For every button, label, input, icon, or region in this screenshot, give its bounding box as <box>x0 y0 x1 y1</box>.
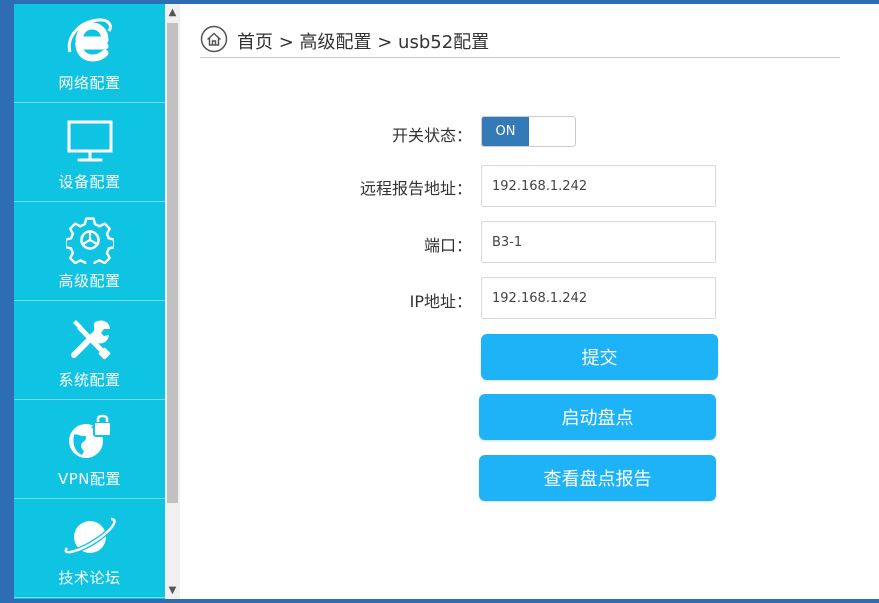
power-toggle[interactable]: ON <box>481 116 576 147</box>
planet-icon <box>60 511 120 563</box>
sidebar-item-label: VPN配置 <box>57 470 122 488</box>
gear-icon <box>60 214 120 266</box>
sidebar-item-vpn[interactable]: VPN配置 <box>14 400 165 499</box>
sidebar-item-device[interactable]: 设备配置 <box>14 103 165 202</box>
toggle-on-label: ON <box>482 117 529 146</box>
scroll-down-icon[interactable]: ▼ <box>165 582 180 599</box>
ip-address-label: IP地址： <box>409 292 472 311</box>
breadcrumb: 首页 > 高级配置 > usb52配置 <box>200 24 840 58</box>
sidebar: 网络配置 设备配置 高级配置 系统配置 VPN配置 技术论坛 <box>14 4 165 599</box>
sidebar-scrollbar[interactable]: ▲ ▼ <box>165 4 180 599</box>
scroll-thumb[interactable] <box>167 23 178 503</box>
report-address-label: 远程报告地址： <box>359 179 472 198</box>
sidebar-item-label: 技术论坛 <box>58 569 121 587</box>
port-field[interactable] <box>481 221 716 263</box>
sidebar-item-label: 系统配置 <box>58 371 121 389</box>
ip-address-field[interactable] <box>481 277 716 319</box>
sidebar-item-advanced[interactable]: 高级配置 <box>14 202 165 301</box>
scroll-up-icon[interactable]: ▲ <box>165 4 180 21</box>
browser-e-icon <box>60 16 120 68</box>
submit-button[interactable]: 提交 <box>481 334 718 380</box>
port-label: 端口： <box>423 236 472 255</box>
start-inventory-button[interactable]: 启动盘点 <box>479 394 716 440</box>
sidebar-item-system[interactable]: 系统配置 <box>14 301 165 400</box>
sidebar-item-network[interactable]: 网络配置 <box>14 4 165 103</box>
sidebar-item-label: 网络配置 <box>58 74 121 92</box>
sidebar-item-forum[interactable]: 技术论坛 <box>14 499 165 598</box>
window-left-border <box>0 0 14 603</box>
window-bottom-border <box>0 599 879 603</box>
sidebar-item-label: 高级配置 <box>58 272 121 290</box>
monitor-icon <box>60 115 120 167</box>
report-address-field[interactable] <box>481 165 716 207</box>
switch-label: 开关状态： <box>391 126 472 145</box>
breadcrumb-text: 首页 > 高级配置 > usb52配置 <box>237 31 490 53</box>
tools-icon <box>60 313 120 365</box>
globe-lock-icon <box>60 412 120 464</box>
view-inventory-report-button[interactable]: 查看盘点报告 <box>479 455 716 501</box>
sidebar-item-label: 设备配置 <box>58 173 121 191</box>
home-icon[interactable] <box>200 25 237 57</box>
